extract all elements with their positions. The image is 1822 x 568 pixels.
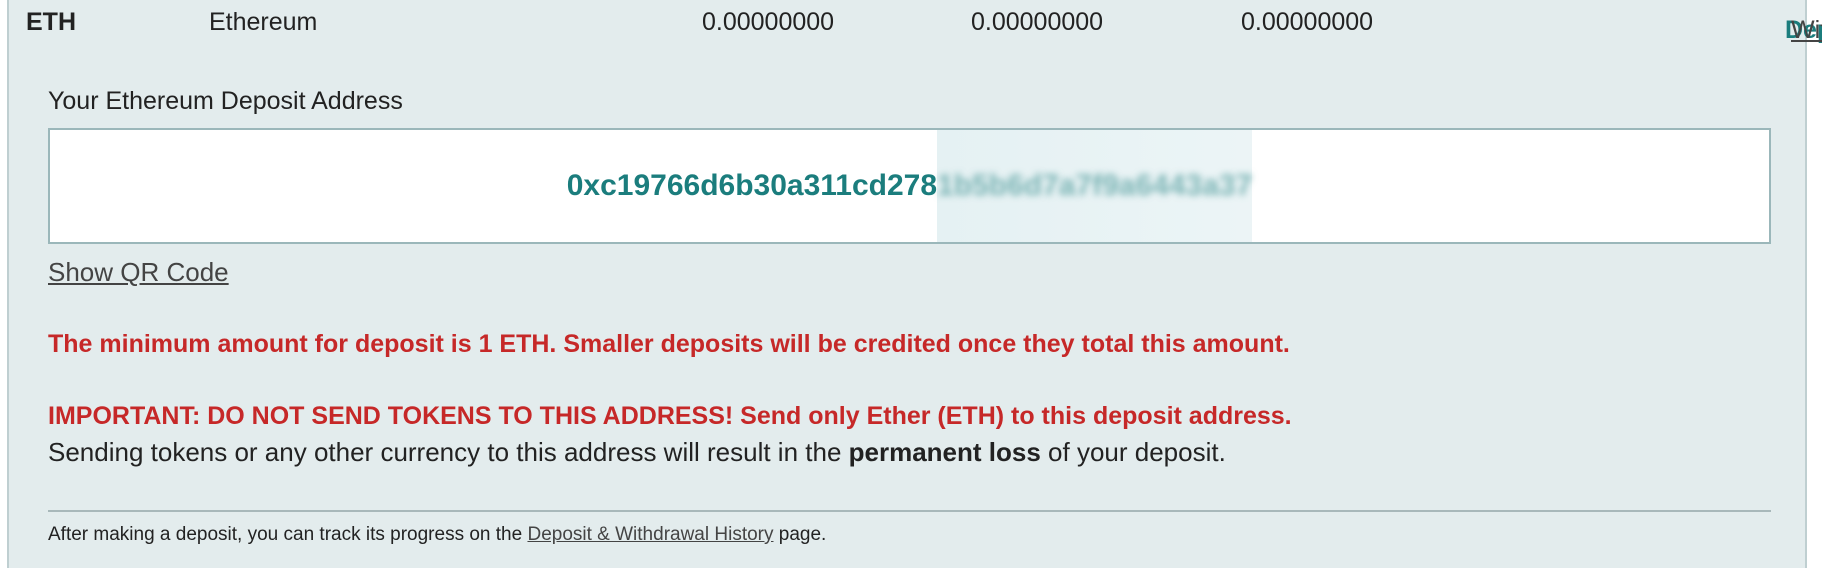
deposit-withdrawal-history-link[interactable]: Deposit & Withdrawal History <box>527 524 773 545</box>
deposit-address-box[interactable]: 0xc19766d6b30a311cd2781b5b6d7a7f9a6443a3… <box>48 128 1771 244</box>
important-token-warning: IMPORTANT: DO NOT SEND TOKENS TO THIS AD… <box>48 402 1292 430</box>
permanent-loss-note: Sending tokens or any other currency to … <box>48 437 1226 468</box>
minimum-deposit-warning: The minimum amount for deposit is 1 ETH.… <box>48 330 1290 358</box>
balance-on-orders: 0.00000000 <box>971 8 1104 36</box>
note-suffix: of your deposit. <box>1040 437 1226 467</box>
deposit-address-visible: 0xc19766d6b30a311cd278 <box>566 169 938 202</box>
divider <box>48 510 1771 512</box>
footer-suffix: page. <box>773 524 827 545</box>
deposit-address-redacted: 1b5b6d7a7f9a6443a37 <box>937 130 1253 242</box>
withdraw-link[interactable]: Withdraw <box>1791 16 1822 45</box>
currency-name: Ethereum <box>209 8 318 36</box>
history-footer: After making a deposit, you can track it… <box>48 524 826 546</box>
show-qr-code-link[interactable]: Show QR Code <box>48 257 229 288</box>
footer-prefix: After making a deposit, you can track it… <box>48 524 528 545</box>
deposit-address-label: Your Ethereum Deposit Address <box>48 87 403 115</box>
currency-symbol: ETH <box>26 8 76 36</box>
balance-total: 0.00000000 <box>1241 8 1374 36</box>
note-bold: permanent loss <box>848 437 1041 467</box>
eth-deposit-panel: ETH Ethereum 0.00000000 0.00000000 0.000… <box>7 0 1822 568</box>
currency-row: ETH Ethereum 0.00000000 0.00000000 0.000… <box>9 0 1822 44</box>
balance-available: 0.00000000 <box>702 8 835 36</box>
note-prefix: Sending tokens or any other currency to … <box>48 437 849 467</box>
